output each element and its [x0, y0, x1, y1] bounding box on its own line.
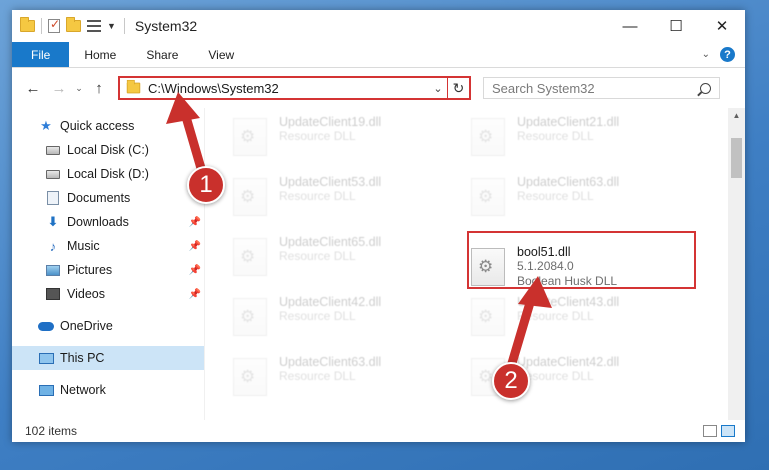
step-1-callout: 1: [187, 166, 225, 204]
step-2-callout: 2: [492, 362, 530, 400]
annotation-arrows: [166, 92, 552, 375]
